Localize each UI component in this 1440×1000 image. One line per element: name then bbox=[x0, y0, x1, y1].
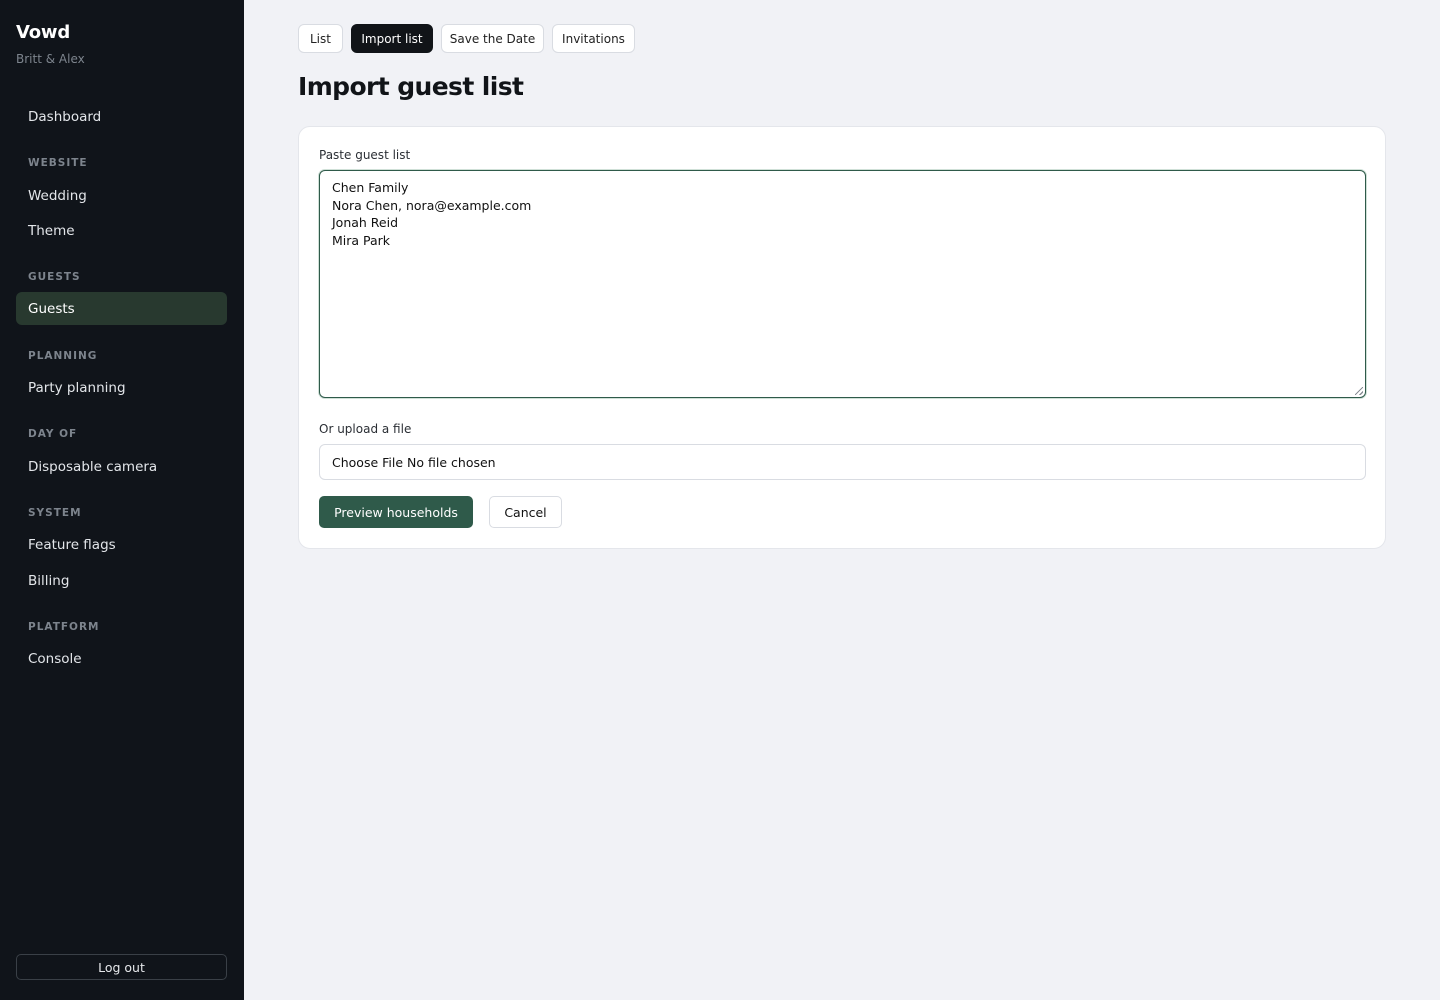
sidebar: Vowd Britt & Alex Dashboard WEBSITE Wedd… bbox=[0, 0, 244, 1000]
sidebar-item-billing[interactable]: Billing bbox=[16, 564, 227, 597]
sidebar-section-planning: PLANNING bbox=[28, 350, 98, 362]
file-upload-input[interactable]: Choose File No file chosen bbox=[319, 444, 1366, 480]
cancel-button[interactable]: Cancel bbox=[489, 496, 562, 528]
couple-name: Britt & Alex bbox=[16, 52, 85, 66]
sidebar-item-guests[interactable]: Guests bbox=[16, 292, 227, 325]
paste-guest-list-textarea[interactable]: Chen Family Nora Chen, nora@example.com … bbox=[319, 170, 1366, 398]
tab-list[interactable]: List bbox=[298, 24, 343, 53]
sidebar-item-disposable-camera[interactable]: Disposable camera bbox=[16, 450, 227, 483]
tab-save-the-date[interactable]: Save the Date bbox=[441, 24, 544, 53]
tab-invitations[interactable]: Invitations bbox=[552, 24, 635, 53]
logout-button[interactable]: Log out bbox=[16, 954, 227, 980]
paste-label: Paste guest list bbox=[319, 148, 411, 162]
tab-import-list[interactable]: Import list bbox=[351, 24, 433, 53]
sidebar-item-console[interactable]: Console bbox=[16, 642, 227, 675]
sidebar-section-platform: PLATFORM bbox=[28, 621, 100, 633]
sidebar-item-theme[interactable]: Theme bbox=[16, 214, 227, 247]
page-title: Import guest list bbox=[298, 72, 524, 101]
sidebar-item-party-planning[interactable]: Party planning bbox=[16, 371, 227, 404]
sidebar-section-website: WEBSITE bbox=[28, 157, 88, 169]
sidebar-item-feature-flags[interactable]: Feature flags bbox=[16, 528, 227, 561]
file-status: No file chosen bbox=[407, 454, 496, 470]
sidebar-section-system: SYSTEM bbox=[28, 507, 82, 519]
sidebar-section-day-of: DAY OF bbox=[28, 428, 78, 440]
sidebar-section-guests: GUESTS bbox=[28, 271, 81, 283]
textarea-resize-handle[interactable] bbox=[1355, 387, 1363, 395]
sidebar-item-dashboard[interactable]: Dashboard bbox=[16, 100, 227, 133]
brand: Vowd Britt & Alex bbox=[16, 22, 85, 66]
sidebar-item-wedding[interactable]: Wedding bbox=[16, 179, 227, 212]
upload-label: Or upload a file bbox=[319, 422, 412, 436]
import-card: Paste guest list Chen Family Nora Chen, … bbox=[298, 126, 1386, 549]
brand-name: Vowd bbox=[16, 22, 71, 43]
choose-file-button[interactable]: Choose File bbox=[332, 455, 403, 470]
preview-households-button[interactable]: Preview households bbox=[319, 496, 473, 528]
